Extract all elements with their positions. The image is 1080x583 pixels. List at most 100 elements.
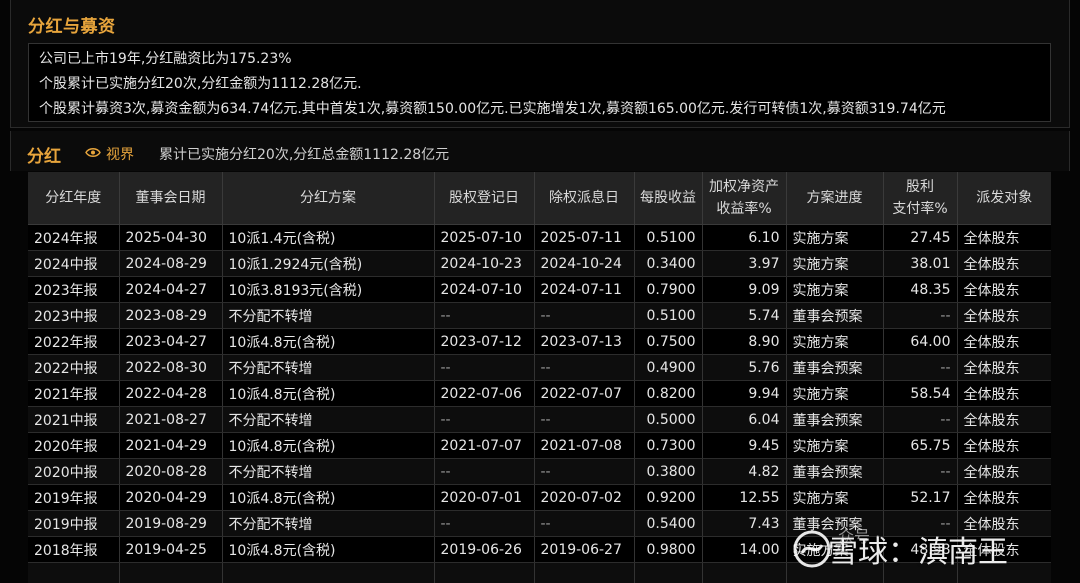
table-row[interactable]: 2019中报 2019-08-29 不分配不转增 -- -- 0.5400 7.43 董事会预…: [28, 510, 1051, 537]
cell-col-year: 2022中报: [28, 354, 120, 381]
cell-col-plan: 10派3.8193元(含税): [222, 276, 435, 303]
table-row[interactable]: 2022年报 2023-04-27 10派4.8元(含税) 2023-07-12 202…: [28, 328, 1051, 355]
cell-col-eps: 0.5000: [634, 406, 703, 433]
cell-col-board-date: 2020-04-29: [119, 484, 223, 511]
cell-col-progress: 实施方案: [786, 276, 884, 303]
cell-col-plan: 不分配不转增: [222, 406, 435, 433]
cell-col-plan: 10派4.8元(含税): [222, 432, 435, 459]
cell-col-payout: 52.17: [883, 484, 958, 511]
cell-col-record-date: --: [434, 302, 535, 329]
eye-icon[interactable]: [85, 147, 101, 158]
cell-col-year: 2019年报: [28, 484, 120, 511]
cell-col-payout: 27.45: [883, 224, 958, 251]
cell-col-progress: 实施方案: [786, 484, 884, 511]
cell-col-ex-date: 2022-07-07: [534, 380, 635, 407]
table-row[interactable]: 2021年报 2022-04-28 10派4.8元(含税) 2022-07-06 202…: [28, 380, 1051, 407]
dividend-table-container[interactable]: 分红年度 董事会日期 分红方案 股权登记日 除权派息日 每股收益 加权净资产 收益率% 方案进…: [28, 172, 1051, 583]
cell-col-year: 2023中报: [28, 302, 120, 329]
cell-col-year: 2022年报: [28, 328, 120, 355]
cell-col-target: 全体股东: [957, 354, 1051, 381]
header-col-board-date[interactable]: 董事会日期: [119, 172, 223, 225]
cell-col-record-date: [434, 562, 535, 583]
cell-col-eps: 0.9200: [634, 484, 703, 511]
header-col-roe[interactable]: 加权净资产 收益率%: [702, 172, 787, 225]
cell-col-record-date: --: [434, 510, 535, 537]
table-row[interactable]: [28, 562, 1051, 583]
header-col-payout[interactable]: 股利 支付率%: [883, 172, 958, 225]
table-row[interactable]: 2022中报 2022-08-30 不分配不转增 -- -- 0.4900 5.76 董事会预…: [28, 354, 1051, 381]
header-col-record-date[interactable]: 股权登记日: [434, 172, 535, 225]
cell-col-roe: 8.90: [702, 328, 787, 355]
cell-col-ex-date: --: [534, 458, 635, 485]
cell-col-board-date: 2022-04-28: [119, 380, 223, 407]
cell-col-payout: --: [883, 510, 958, 537]
table-row[interactable]: 2019年报 2020-04-29 10派4.8元(含税) 2020-07-01 202…: [28, 484, 1051, 511]
dividend-table: 分红年度 董事会日期 分红方案 股权登记日 除权派息日 每股收益 加权净资产 收益率% 方案进…: [28, 172, 1051, 583]
dividend-summary: 累计已实施分红20次,分红总金额1112.28亿元: [159, 147, 450, 163]
cell-col-payout: 48.98: [883, 536, 958, 563]
header-col-plan[interactable]: 分红方案: [222, 172, 435, 225]
cell-col-eps: 0.3800: [634, 458, 703, 485]
cell-col-ex-date: 2024-10-24: [534, 250, 635, 277]
cell-col-eps: 0.5100: [634, 224, 703, 251]
cell-col-target: 全体股东: [957, 432, 1051, 459]
cell-col-ex-date: 2024-07-11: [534, 276, 635, 303]
cell-col-record-date: 2023-07-12: [434, 328, 535, 355]
cell-col-payout: --: [883, 302, 958, 329]
header-col-ex-date[interactable]: 除权派息日: [534, 172, 635, 225]
header-col-progress[interactable]: 方案进度: [786, 172, 884, 225]
cell-col-board-date: [119, 562, 223, 583]
cell-col-target: 全体股东: [957, 380, 1051, 407]
header-col-target[interactable]: 派发对象: [957, 172, 1051, 225]
table-row[interactable]: 2020年报 2021-04-29 10派4.8元(含税) 2021-07-07 202…: [28, 432, 1051, 459]
table-row[interactable]: 2023年报 2024-04-27 10派3.8193元(含税) 2024-07-10…: [28, 276, 1051, 303]
cell-col-ex-date: 2021-07-08: [534, 432, 635, 459]
cell-col-plan: 10派4.8元(含税): [222, 380, 435, 407]
cell-col-record-date: --: [434, 406, 535, 433]
cell-col-ex-date: [534, 562, 635, 583]
cell-col-progress: 董事会预案: [786, 354, 884, 381]
cell-col-record-date: --: [434, 458, 535, 485]
cell-col-progress: 实施方案: [786, 432, 884, 459]
cell-col-record-date: 2024-10-23: [434, 250, 535, 277]
table-header-row: 分红年度 董事会日期 分红方案 股权登记日 除权派息日 每股收益 加权净资产 收益率% 方案进…: [28, 172, 1051, 225]
cell-col-plan: 10派4.8元(含税): [222, 536, 435, 563]
cell-col-target: 全体股东: [957, 536, 1051, 563]
table-row[interactable]: 2018年报 2019-04-25 10派4.8元(含税) 2019-06-26 201…: [28, 536, 1051, 563]
cell-col-target: 全体股东: [957, 458, 1051, 485]
cell-col-payout: 65.75: [883, 432, 958, 459]
cell-col-record-date: --: [434, 354, 535, 381]
header-col-eps[interactable]: 每股收益: [634, 172, 703, 225]
cell-col-plan: 不分配不转增: [222, 354, 435, 381]
table-row[interactable]: 2024中报 2024-08-29 10派1.2924元(含税) 2024-10-23…: [28, 250, 1051, 277]
table-row[interactable]: 2021中报 2021-08-27 不分配不转增 -- -- 0.5000 6.04 董事会预…: [28, 406, 1051, 433]
cell-col-progress: 董事会预案: [786, 406, 884, 433]
cell-col-roe: 5.74: [702, 302, 787, 329]
cell-col-payout: --: [883, 406, 958, 433]
cell-col-roe: 12.55: [702, 484, 787, 511]
cell-col-year: 2021中报: [28, 406, 120, 433]
cell-col-board-date: 2021-08-27: [119, 406, 223, 433]
cell-col-ex-date: 2019-06-27: [534, 536, 635, 563]
dividend-title: 分红: [27, 147, 61, 167]
financing-title: 分红与募资: [28, 17, 116, 37]
cell-col-roe: 6.10: [702, 224, 787, 251]
cell-col-target: 全体股东: [957, 484, 1051, 511]
view-link[interactable]: 视界: [106, 144, 134, 164]
header-col-year[interactable]: 分红年度: [28, 172, 120, 225]
cell-col-progress: 实施方案: [786, 328, 884, 355]
summary-line-dividend-total: 个股累计已实施分红20次,分红金额为1112.28亿元.: [39, 76, 362, 92]
cell-col-eps: 0.5100: [634, 302, 703, 329]
cell-col-payout: --: [883, 458, 958, 485]
cell-col-progress: 董事会预案: [786, 458, 884, 485]
table-row[interactable]: 2023中报 2023-08-29 不分配不转增 -- -- 0.5100 5.74 董事会预…: [28, 302, 1051, 329]
summary-line-listing: 公司已上市19年,分红融资比为175.23%: [39, 51, 292, 67]
table-row[interactable]: 2020中报 2020-08-28 不分配不转增 -- -- 0.3800 4.82 董事会预…: [28, 458, 1051, 485]
cell-col-board-date: 2019-04-25: [119, 536, 223, 563]
cell-col-progress: 董事会预案: [786, 302, 884, 329]
cell-col-eps: 0.7500: [634, 328, 703, 355]
cell-col-roe: 6.04: [702, 406, 787, 433]
cell-col-eps: 0.8200: [634, 380, 703, 407]
cell-col-record-date: 2025-07-10: [434, 224, 535, 251]
table-row[interactable]: 2024年报 2025-04-30 10派1.4元(含税) 2025-07-10 202…: [28, 224, 1051, 251]
